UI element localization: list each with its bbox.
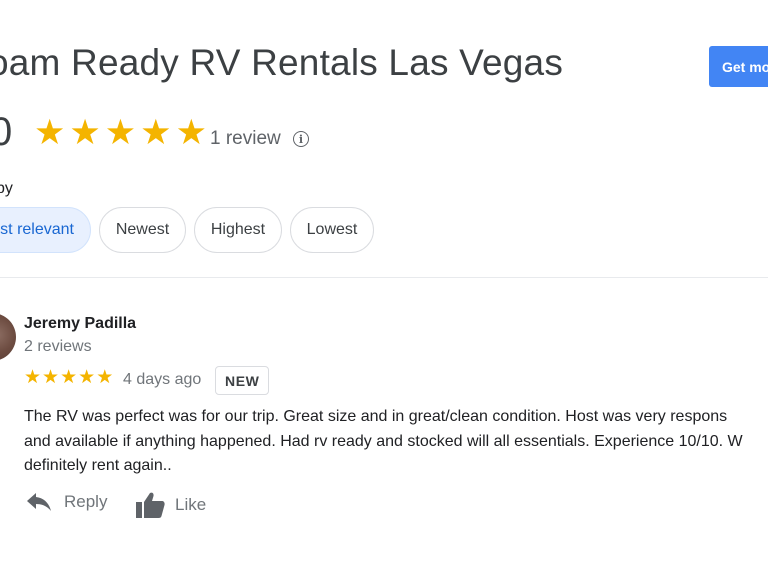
star-icon: ★ bbox=[42, 367, 60, 388]
sort-label: by bbox=[0, 180, 13, 197]
place-title: oam Ready RV Rentals Las Vegas bbox=[0, 42, 564, 83]
rating-value: 0 bbox=[0, 110, 13, 154]
review-stars: ★ ★ ★ ★ ★ bbox=[24, 368, 113, 388]
like-label: Like bbox=[175, 495, 207, 514]
star-icon: ★ bbox=[34, 113, 66, 152]
star-icon: ★ bbox=[104, 113, 137, 152]
review-text-line: and available if anything happened. Had … bbox=[24, 432, 743, 450]
star-icon: ★ bbox=[175, 113, 207, 152]
new-badge: NEW bbox=[215, 366, 270, 395]
like-button[interactable]: Like bbox=[135, 491, 206, 519]
star-icon: ★ bbox=[78, 367, 96, 388]
section-divider bbox=[0, 277, 768, 278]
star-icon: ★ bbox=[96, 367, 114, 388]
info-icon[interactable]: i bbox=[293, 131, 309, 147]
star-icon: ★ bbox=[24, 367, 42, 388]
review-text-line: The RV was perfect was for our trip. Gre… bbox=[24, 408, 728, 425]
reply-button[interactable]: Reply bbox=[26, 491, 107, 513]
sort-chip-highest[interactable]: Highest bbox=[194, 207, 282, 253]
review-count[interactable]: 1 review bbox=[210, 128, 281, 150]
review-text-line: definitely rent again.. bbox=[24, 457, 172, 474]
avatar[interactable] bbox=[0, 313, 16, 361]
reviewer-review-count: 2 reviews bbox=[24, 338, 92, 355]
star-icon: ★ bbox=[69, 113, 101, 152]
reviewer-name[interactable]: Jeremy Padilla bbox=[24, 315, 136, 333]
rating-stars: ★ ★ ★ ★ ★ bbox=[34, 115, 207, 151]
sort-chip-lowest[interactable]: Lowest bbox=[290, 207, 374, 253]
review-text: The RV was perfect was for our trip. Gre… bbox=[24, 405, 768, 479]
sort-chip-most-relevant[interactable]: ost relevant bbox=[0, 207, 91, 253]
star-icon: ★ bbox=[60, 367, 78, 388]
reply-label: Reply bbox=[64, 492, 108, 511]
star-icon: ★ bbox=[140, 113, 172, 152]
thumbs-up-icon bbox=[135, 491, 165, 519]
reply-icon bbox=[26, 491, 52, 513]
get-more-button[interactable]: Get mo bbox=[709, 46, 768, 87]
sort-chip-newest[interactable]: Newest bbox=[99, 207, 186, 253]
review-date: 4 days ago bbox=[123, 371, 202, 388]
